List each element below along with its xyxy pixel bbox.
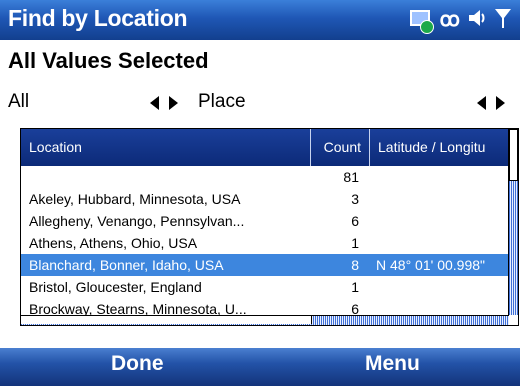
cell-count: 3: [351, 191, 359, 207]
cell-location: Allegheny, Venango, Pennsylvan...: [29, 213, 245, 229]
cell-count: 8: [351, 257, 359, 273]
antenna-icon[interactable]: [494, 7, 512, 34]
cell-location: Athens, Athens, Ohio, USA: [29, 235, 198, 251]
filter-right-prev-icon[interactable]: [477, 96, 486, 110]
cell-count: 6: [351, 213, 359, 229]
cell-latlon: [376, 232, 506, 254]
signal-text-icon: ꝏ: [439, 9, 460, 31]
table-row[interactable]: 81: [21, 166, 509, 188]
softkey-bar: Done Menu: [0, 348, 520, 386]
page-title: Find by Location: [8, 5, 188, 31]
menu-softkey[interactable]: Menu: [365, 352, 420, 376]
column-header-count[interactable]: Count: [311, 129, 370, 166]
cell-count: 1: [351, 279, 359, 295]
table-row[interactable]: Akeley, Hubbard, Minnesota, USA 3: [21, 188, 509, 210]
filter-right-value[interactable]: Place: [198, 91, 246, 113]
filter-left-next-icon[interactable]: [169, 96, 178, 110]
location-table: Location Count Latitude / Longitu 81 Ake…: [20, 128, 519, 326]
table-row-selected[interactable]: Blanchard, Bonner, Idaho, USA 8 N 48° 01…: [21, 254, 509, 276]
table-row[interactable]: Bristol, Gloucester, England 1: [21, 276, 509, 298]
network-icon[interactable]: [408, 8, 434, 34]
vertical-scroll-thumb[interactable]: [509, 129, 518, 181]
table-row[interactable]: Athens, Athens, Ohio, USA 1: [21, 232, 509, 254]
title-bar: Find by Location ꝏ: [0, 0, 520, 40]
cell-latlon: [376, 166, 506, 188]
table-header: Location Count Latitude / Longitu: [21, 129, 509, 166]
filter-row: All Place: [0, 88, 520, 118]
cell-location: Akeley, Hubbard, Minnesota, USA: [29, 191, 241, 207]
done-softkey[interactable]: Done: [111, 352, 164, 376]
status-icons: ꝏ: [408, 6, 512, 34]
table-body: 81 Akeley, Hubbard, Minnesota, USA 3 All…: [21, 166, 509, 320]
horizontal-scroll-thumb[interactable]: [21, 316, 312, 324]
filter-left-prev-icon[interactable]: [150, 96, 159, 110]
horizontal-scrollbar[interactable]: [21, 315, 509, 325]
cell-location: Bristol, Gloucester, England: [29, 279, 202, 295]
column-header-location[interactable]: Location: [21, 129, 311, 166]
cell-latlon: N 48° 01' 00.998": [376, 257, 485, 273]
filter-right-next-icon[interactable]: [496, 96, 505, 110]
cell-location: Blanchard, Bonner, Idaho, USA: [29, 257, 224, 273]
cell-count: 81: [343, 169, 359, 185]
cell-latlon: [376, 210, 506, 232]
table-row[interactable]: Allegheny, Venango, Pennsylvan... 6: [21, 210, 509, 232]
vertical-scrollbar[interactable]: [508, 129, 518, 315]
cell-latlon: [376, 188, 506, 210]
filter-left-value[interactable]: All: [8, 91, 29, 113]
speaker-icon[interactable]: [466, 7, 488, 34]
cell-latlon: [376, 276, 506, 298]
cell-location: [29, 166, 309, 188]
cell-count: 1: [351, 235, 359, 251]
section-heading: All Values Selected: [8, 48, 209, 73]
column-header-latitude[interactable]: Latitude / Longitu: [370, 129, 509, 166]
